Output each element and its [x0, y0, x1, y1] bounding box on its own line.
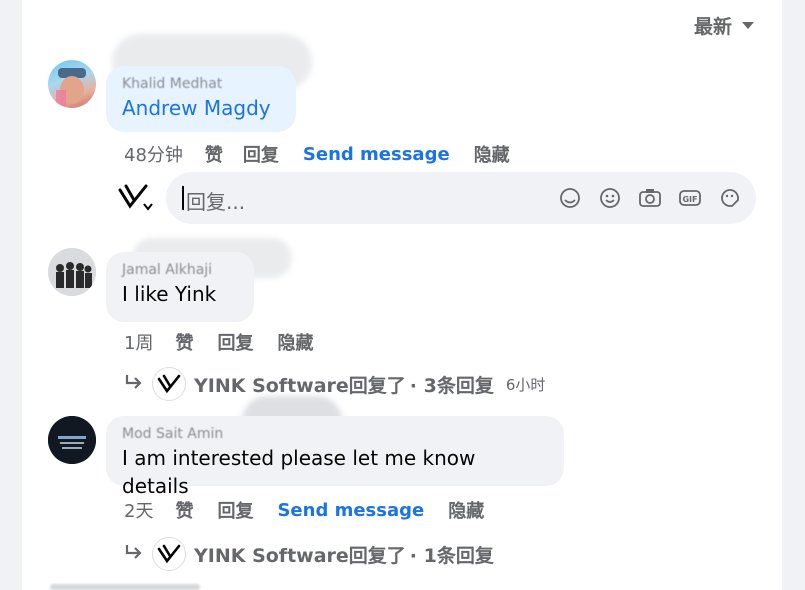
composer-tools: GIF — [558, 186, 742, 210]
view-replies-link[interactable]: YINK Software回复了 · 1条回复 — [124, 537, 494, 571]
sticker-icon[interactable] — [718, 186, 742, 210]
page-identity-switcher[interactable] — [116, 182, 156, 218]
comment-author[interactable]: Jamal Alkhaji — [122, 262, 238, 278]
comment-bubble: Khalid Medhat Andrew Magdy — [106, 66, 296, 132]
group-photo-icon — [48, 248, 96, 296]
mention-link[interactable]: Andrew Magdy — [122, 94, 280, 122]
replied-by-label: YINK Software回复了 — [194, 374, 406, 397]
comment-author[interactable]: Khalid Medhat — [122, 76, 280, 92]
avatar-sticker-icon[interactable] — [558, 186, 582, 210]
yink-logo-icon — [157, 374, 181, 394]
comment-time[interactable]: 1周 — [124, 329, 153, 355]
replied-by-label: YINK Software回复了 — [194, 544, 406, 567]
avatar[interactable] — [48, 248, 96, 296]
comment-bubble: Jamal Alkhaji I like Yink — [106, 252, 254, 322]
reply-arrow-icon — [124, 373, 144, 396]
send-message-button[interactable]: Send message — [303, 144, 450, 165]
comment-time[interactable]: 2天 — [124, 497, 153, 523]
comment-actions: 2天 赞 回复 Send message 隐藏 — [124, 497, 484, 523]
reply-button[interactable]: 回复 — [217, 329, 253, 355]
user-photo-icon — [48, 416, 96, 464]
reply-button[interactable]: 回复 — [217, 497, 253, 523]
avatar[interactable] — [48, 416, 96, 464]
comment-bubble: Mod Sait Amin I am interested please let… — [106, 416, 564, 498]
hide-button[interactable]: 隐藏 — [474, 141, 510, 167]
comment-text: I am interested please let me know detai… — [122, 446, 476, 498]
page-avatar — [152, 537, 186, 571]
reply-button[interactable]: 回复 — [243, 141, 279, 167]
send-message-button[interactable]: Send message — [277, 500, 424, 521]
comments-panel: 最新 Khalid Medhat Andrew Magdy 48分钟 赞 回复 … — [22, 0, 782, 590]
hide-button[interactable]: 隐藏 — [277, 329, 313, 355]
reply-input[interactable]: 回复... — [186, 186, 245, 215]
sort-dropdown[interactable]: 最新 — [694, 12, 754, 39]
user-photo-icon — [56, 68, 86, 108]
gif-icon[interactable]: GIF — [678, 186, 702, 210]
reply-arrow-icon — [124, 543, 144, 566]
like-button[interactable]: 赞 — [175, 329, 193, 355]
like-button[interactable]: 赞 — [175, 497, 193, 523]
view-replies-link[interactable]: YINK Software回复了 · 3条回复 6小时 — [124, 367, 545, 401]
next-comment-peek — [50, 584, 200, 590]
comment-text: I like Yink — [122, 282, 217, 306]
caret-down-icon — [742, 22, 754, 29]
emoji-icon[interactable] — [598, 186, 622, 210]
like-button[interactable]: 赞 — [205, 141, 223, 167]
sort-label: 最新 — [693, 16, 732, 38]
text-cursor — [182, 186, 184, 210]
comment-actions: 48分钟 赞 回复 Send message 隐藏 — [124, 141, 510, 167]
page-avatar — [152, 367, 186, 401]
reply-count: · 3条回复 — [409, 374, 494, 397]
comment-author[interactable]: Mod Sait Amin — [122, 426, 548, 442]
reply-composer[interactable]: 回复... GIF — [166, 172, 756, 224]
hide-button[interactable]: 隐藏 — [448, 497, 484, 523]
comment-time[interactable]: 48分钟 — [124, 141, 183, 167]
avatar[interactable] — [48, 60, 96, 108]
comment-actions: 1周 赞 回复 隐藏 — [124, 329, 313, 355]
reply-count: · 1条回复 — [409, 544, 494, 567]
camera-icon[interactable] — [638, 186, 662, 210]
svg-text:GIF: GIF — [682, 195, 697, 204]
yink-logo-icon — [157, 544, 181, 564]
reply-time: 6小时 — [505, 375, 546, 394]
yink-logo-icon — [118, 184, 153, 211]
